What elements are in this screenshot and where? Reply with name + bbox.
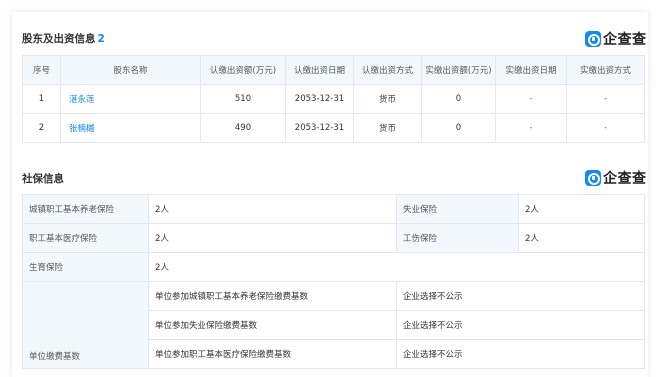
qichacha-logo-text: 企查查 [603,171,647,187]
table-row: 1 湛永莲 510 2053-12-31 货币 0 - - [22,84,645,114]
shareholder-name-link[interactable]: 湛永莲 [60,84,201,114]
paid-amount: 0 [421,84,496,114]
header-cell: 认缴出资日期 [285,55,354,85]
qichacha-logo-icon [585,170,601,186]
insurance-label: 城镇职工基本养老保险 [22,194,149,224]
paid-date: - [495,113,567,143]
shareholder-count: 2 [97,33,105,45]
paid-date: - [495,84,567,114]
shareholder-header-row: 序号 股东名称 认缴出资额(万元) 认缴出资日期 认缴出资方式 实缴出资额(万元… [22,55,645,85]
table-row: 职工基本医疗保险 2人 工伤保险 2人 [22,223,646,253]
qichacha-logo-text: 企查查 [603,32,647,48]
insurance-label: 职工基本医疗保险 [22,223,149,253]
header-cell: 认缴出资额(万元) [200,55,286,85]
insurance-label: 工伤保险 [396,223,520,253]
subscribed-method: 货币 [353,84,422,114]
subscribed-date: 2053-12-31 [285,113,354,143]
header-cell: 实缴出资日期 [495,55,567,85]
qichacha-logo-icon [585,31,601,47]
contribution-base-label: 单位缴费基数 [22,281,149,369]
header-cell: 实缴出资额(万元) [421,55,496,85]
contribution-base-item: 单位参加失业保险缴费基数 [147,310,398,340]
insurance-value: 2人 [147,223,398,253]
subscribed-amount: 510 [200,84,286,114]
subscribed-amount: 490 [200,113,286,143]
qichacha-logo: 企查查 [585,169,647,187]
insurance-value: 2人 [518,194,646,224]
insurance-value: 2人 [147,252,646,282]
insurance-value: 2人 [147,194,398,224]
header-cell: 认缴出资方式 [353,55,422,85]
paid-method: - [566,84,645,114]
table-row: 单位缴费基数 单位参加城镇职工基本养老保险缴费基数 企业选择不公示 [22,281,646,369]
paid-amount: 0 [421,113,496,143]
shareholder-name-link[interactable]: 张楠樾 [60,113,201,143]
table-row: 城镇职工基本养老保险 2人 失业保险 2人 [22,194,646,224]
table-row: 2 张楠樾 490 2053-12-31 货币 0 - - [22,113,645,143]
subscribed-date: 2053-12-31 [285,84,354,114]
insurance-label: 失业保险 [396,194,520,224]
insurance-value: 2人 [518,223,646,253]
subscribed-method: 货币 [353,113,422,143]
social-insurance-table: 城镇职工基本养老保险 2人 失业保险 2人 职工基本医疗保险 2人 工伤保险 2… [22,194,646,369]
qichacha-logo: 企查查 [585,30,647,48]
header-cell: 股东名称 [60,55,201,85]
shareholder-table: 序号 股东名称 认缴出资额(万元) 认缴出资日期 认缴出资方式 实缴出资额(万元… [22,55,645,143]
header-cell: 实缴出资方式 [566,55,645,85]
row-number: 2 [22,113,61,143]
header-cell: 序号 [22,55,61,85]
shareholder-section-title: 股东及出资信息 2 [22,31,105,46]
contribution-base-value: 企业选择不公示 [396,339,646,369]
paid-method: - [566,113,645,143]
shareholder-title-text: 股东及出资信息 [22,33,96,45]
contribution-base-value: 企业选择不公示 [396,310,646,340]
contribution-base-item: 单位参加城镇职工基本养老保险缴费基数 [147,281,398,311]
contribution-base-value: 企业选择不公示 [396,281,646,311]
row-number: 1 [22,84,61,114]
table-row: 生育保险 2人 [22,252,646,282]
social-title-text: 社保信息 [22,173,64,185]
social-section-title: 社保信息 [22,171,64,186]
contribution-base-item: 单位参加职工基本医疗保险缴费基数 [147,339,398,369]
insurance-label: 生育保险 [22,252,149,282]
